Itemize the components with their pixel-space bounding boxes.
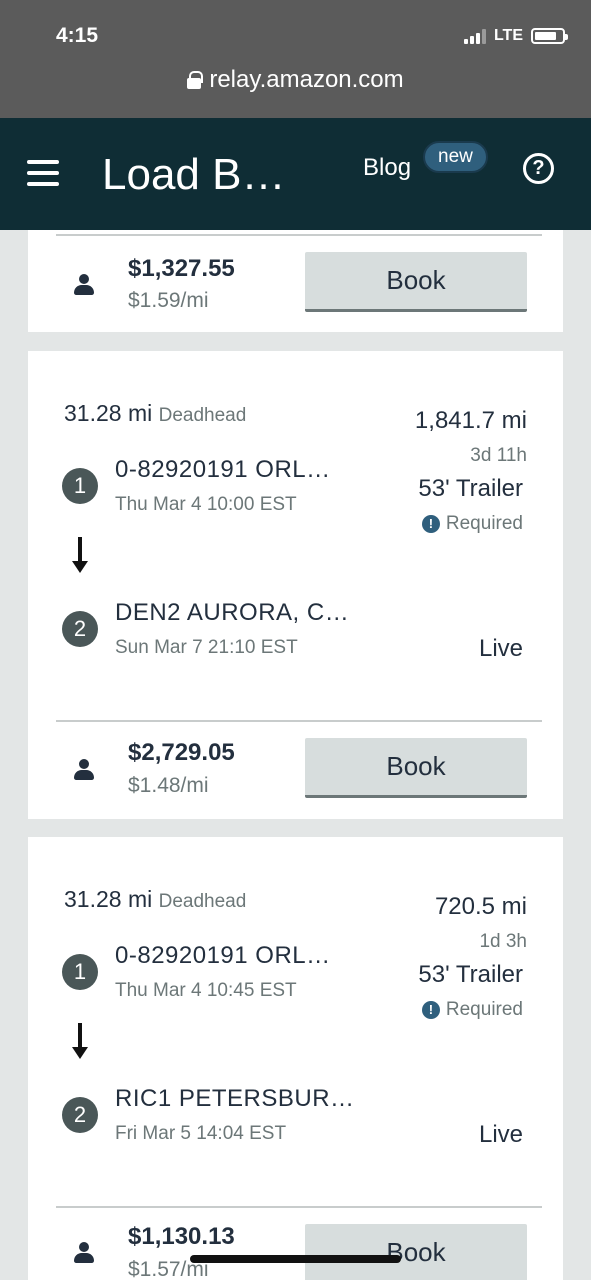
url-text: relay.amazon.com (209, 66, 404, 93)
menu-icon[interactable] (27, 160, 59, 186)
load-type: Live (478, 635, 523, 662)
load-type: Live (478, 1121, 523, 1148)
stop-time: Thu Mar 4 10:45 EST (115, 980, 297, 1001)
signal-icon (463, 28, 486, 44)
stop-time: Sun Mar 7 21:10 EST (115, 637, 298, 658)
required-label: Required (445, 513, 523, 534)
stop-number: 2 (62, 1097, 98, 1133)
stop-name: DEN2 AURORA, C… (115, 599, 350, 626)
total-distance: 720.5 mi (434, 893, 527, 920)
trailer-type: 53' Trailer (418, 961, 523, 988)
stop-time: Thu Mar 4 10:00 EST (115, 494, 297, 515)
network-label: LTE (493, 27, 523, 44)
stop-name: 0-82920191 ORL… (115, 456, 331, 483)
divider (56, 234, 542, 236)
load-rate: $1.59/mi (128, 289, 209, 312)
lock-icon (187, 71, 204, 89)
deadhead-distance: 31.28 mi Deadhead (64, 400, 246, 427)
browser-chrome: 4:15 LTE relay.amazon.com (0, 0, 591, 118)
page-title: Load B… (102, 150, 286, 199)
book-button[interactable]: Book (305, 252, 527, 312)
book-button[interactable]: Book (305, 738, 527, 798)
trip-duration: 1d 3h (479, 931, 527, 952)
load-card: $1,327.55 $1.59/mi Book (28, 230, 563, 332)
address-bar[interactable]: relay.amazon.com (0, 66, 591, 94)
required-notice: ! Required (421, 999, 523, 1021)
arrow-down-icon (72, 1023, 88, 1061)
stop-name: RIC1 PETERSBUR… (115, 1085, 355, 1112)
divider (56, 720, 542, 722)
battery-icon (531, 28, 568, 44)
load-price: $1,327.55 (128, 255, 235, 282)
stop-time: Fri Mar 5 14:04 EST (115, 1123, 287, 1144)
status-indicators: LTE (463, 27, 568, 45)
divider (56, 1206, 542, 1208)
deadhead-label: Deadhead (158, 891, 247, 912)
required-label: Required (445, 999, 523, 1020)
load-rate: $1.48/mi (128, 774, 209, 797)
stop-number: 1 (62, 954, 98, 990)
blog-link[interactable]: Blog (363, 154, 411, 182)
trip-duration: 3d 11h (470, 445, 527, 466)
deadhead-value: 31.28 mi (64, 886, 153, 912)
help-icon[interactable]: ? (523, 153, 554, 184)
load-card: 31.28 mi Deadhead 1,841.7 mi 3d 11h 53' … (28, 351, 563, 819)
alert-icon: ! (421, 1001, 440, 1019)
required-notice: ! Required (421, 513, 523, 535)
deadhead-distance: 31.28 mi Deadhead (64, 886, 246, 913)
person-icon (74, 759, 94, 781)
total-distance: 1,841.7 mi (414, 407, 527, 434)
status-time: 4:15 (56, 24, 99, 47)
trailer-type: 53' Trailer (418, 475, 523, 502)
app-header: Load B… Blog new ? (0, 118, 591, 230)
stop-number: 1 (62, 468, 98, 504)
stop-number: 2 (62, 611, 98, 647)
load-price: $1,130.13 (128, 1223, 235, 1250)
stop-name: 0-82920191 ORL… (115, 942, 331, 969)
person-icon (74, 274, 94, 296)
book-button[interactable]: Book (305, 1224, 527, 1280)
new-badge: new (423, 141, 488, 173)
arrow-down-icon (72, 537, 88, 575)
home-indicator[interactable] (190, 1255, 401, 1263)
deadhead-label: Deadhead (158, 405, 247, 426)
load-price: $2,729.05 (128, 739, 235, 766)
alert-icon: ! (421, 515, 440, 533)
load-card: 31.28 mi Deadhead 720.5 mi 1d 3h 53' Tra… (28, 837, 563, 1280)
deadhead-value: 31.28 mi (64, 400, 153, 426)
person-icon (74, 1242, 94, 1264)
